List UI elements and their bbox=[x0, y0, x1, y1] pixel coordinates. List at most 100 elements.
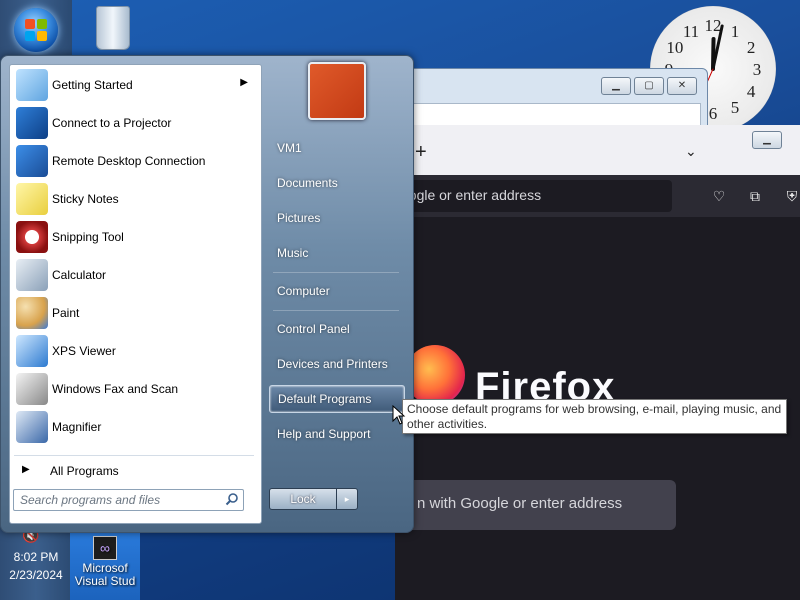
tooltip: Choose default programs for web browsing… bbox=[402, 399, 787, 434]
list-tabs-button[interactable]: ⌄ bbox=[685, 143, 697, 160]
desktop-icon-label: Visual Stud bbox=[74, 574, 136, 588]
clock-numeral: 6 bbox=[709, 104, 718, 123]
place-devices-printers[interactable]: Devices and Printers bbox=[269, 351, 403, 377]
new-tab-search-box[interactable]: n with Google or enter address bbox=[405, 480, 676, 530]
place-computer[interactable]: Computer bbox=[269, 278, 403, 304]
tray-date[interactable]: 2/23/2024 bbox=[0, 568, 72, 582]
start-menu: Getting Started ▶ Connect to a Projector… bbox=[0, 55, 414, 533]
ublock-icon[interactable]: ⛨ bbox=[781, 185, 800, 207]
place-label: Documents bbox=[277, 176, 338, 190]
clock-numeral: 4 bbox=[747, 82, 756, 101]
firefox-minimize-button[interactable]: ▁ bbox=[752, 131, 782, 149]
program-connect-projector[interactable]: Connect to a Projector bbox=[14, 105, 256, 141]
search-icon[interactable] bbox=[225, 492, 239, 506]
visual-studio-desktop-icon[interactable]: ∞ Microsof Visual Stud bbox=[72, 530, 138, 588]
place-control-panel[interactable]: Control Panel bbox=[269, 316, 403, 342]
lock-button[interactable]: Lock bbox=[269, 488, 337, 510]
clock-numeral: 5 bbox=[731, 98, 740, 117]
program-paint[interactable]: Paint bbox=[14, 295, 256, 331]
address-bar[interactable]: oogle or enter address bbox=[395, 180, 672, 212]
user-avatar[interactable] bbox=[308, 62, 366, 120]
clock-numeral: 3 bbox=[753, 60, 762, 79]
xps-viewer-icon bbox=[16, 335, 48, 367]
place-label: Control Panel bbox=[277, 322, 350, 336]
place-label: Pictures bbox=[277, 211, 321, 225]
pocket-icon[interactable]: ♡ bbox=[708, 185, 730, 207]
address-bar-placeholder: oogle or enter address bbox=[401, 187, 542, 203]
all-programs-button[interactable]: ▶ All Programs bbox=[14, 459, 256, 483]
search-placeholder: n with Google or enter address bbox=[417, 495, 623, 512]
firefox-tab-bar bbox=[395, 125, 800, 175]
extensions-icon[interactable]: ⧉ bbox=[744, 185, 766, 207]
place-label: Music bbox=[277, 246, 309, 260]
minimize-button[interactable]: ▁ bbox=[601, 77, 631, 95]
search-input[interactable] bbox=[18, 491, 217, 509]
place-documents[interactable]: Documents bbox=[269, 170, 403, 196]
program-label: Getting Started bbox=[52, 78, 133, 92]
program-magnifier[interactable]: Magnifier bbox=[14, 409, 256, 445]
firefox-logo-icon bbox=[405, 345, 465, 405]
close-button[interactable]: ✕ bbox=[667, 77, 697, 95]
programs-list: Getting Started ▶ Connect to a Projector… bbox=[9, 64, 262, 524]
recycle-bin-icon bbox=[96, 6, 130, 50]
place-user-folder[interactable]: VM1 bbox=[269, 135, 403, 161]
tooltip-line: Choose default programs for web browsing… bbox=[407, 402, 782, 416]
program-calculator[interactable]: Calculator bbox=[14, 257, 256, 293]
new-tab-button[interactable]: + bbox=[415, 141, 427, 164]
program-label: XPS Viewer bbox=[52, 344, 116, 358]
program-label: Connect to a Projector bbox=[52, 116, 172, 130]
shutdown-options-button[interactable]: ▸ bbox=[336, 488, 358, 510]
scissors-icon bbox=[16, 221, 48, 253]
windows-logo-icon bbox=[25, 19, 47, 41]
maximize-button[interactable]: ▢ bbox=[634, 77, 664, 95]
paint-palette-icon bbox=[16, 297, 48, 329]
background-window[interactable]: ▁ ▢ ✕ bbox=[400, 68, 708, 130]
clock-numeral: 11 bbox=[683, 22, 699, 41]
program-getting-started[interactable]: Getting Started ▶ bbox=[14, 67, 256, 103]
program-xps-viewer[interactable]: XPS Viewer bbox=[14, 333, 256, 369]
all-programs-label: All Programs bbox=[50, 464, 119, 478]
expand-arrow-icon: ▶ bbox=[22, 464, 30, 475]
program-label: Magnifier bbox=[52, 420, 102, 434]
divider bbox=[273, 310, 399, 311]
place-music[interactable]: Music bbox=[269, 240, 403, 266]
program-label: Paint bbox=[52, 306, 80, 320]
sticky-notes-icon bbox=[16, 183, 48, 215]
clock-numeral: 1 bbox=[731, 22, 740, 41]
place-label: Computer bbox=[277, 284, 330, 298]
program-label: Calculator bbox=[52, 268, 107, 282]
tooltip-line: other activities. bbox=[407, 417, 488, 431]
projector-icon bbox=[16, 107, 48, 139]
place-help-support[interactable]: Help and Support bbox=[269, 421, 403, 447]
submenu-arrow-icon: ▶ bbox=[240, 77, 248, 88]
getting-started-icon bbox=[16, 69, 48, 101]
program-snipping-tool[interactable]: Snipping Tool bbox=[14, 219, 256, 255]
start-search-box[interactable] bbox=[13, 489, 244, 511]
firefox-window[interactable]: ▁ + ⌄ oogle or enter address ♡ ⧉ ⛨ Firef… bbox=[395, 125, 800, 600]
program-windows-fax-scan[interactable]: Windows Fax and Scan bbox=[14, 371, 256, 407]
divider bbox=[273, 272, 399, 273]
program-remote-desktop[interactable]: Remote Desktop Connection bbox=[14, 143, 256, 179]
clock-numeral: 10 bbox=[666, 38, 683, 57]
recycle-bin-desktop-icon[interactable] bbox=[80, 6, 146, 50]
tray-time[interactable]: 8:02 PM bbox=[0, 550, 72, 564]
place-label: Help and Support bbox=[277, 427, 371, 441]
program-label: Remote Desktop Connection bbox=[52, 154, 206, 168]
clock-numeral: 2 bbox=[747, 38, 756, 57]
visual-studio-icon: ∞ bbox=[93, 536, 117, 560]
clock-numeral: 12 bbox=[705, 16, 722, 35]
divider bbox=[14, 455, 254, 456]
program-label: Sticky Notes bbox=[52, 192, 119, 206]
place-label: Default Programs bbox=[278, 392, 372, 406]
mouse-cursor-icon bbox=[392, 405, 406, 425]
fax-icon bbox=[16, 373, 48, 405]
place-label: Devices and Printers bbox=[277, 357, 388, 371]
place-default-programs[interactable]: Default Programs bbox=[269, 385, 405, 413]
program-sticky-notes[interactable]: Sticky Notes bbox=[14, 181, 256, 217]
place-pictures[interactable]: Pictures bbox=[269, 205, 403, 231]
program-label: Snipping Tool bbox=[52, 230, 124, 244]
start-button[interactable] bbox=[14, 8, 58, 52]
magnifier-icon bbox=[16, 411, 48, 443]
place-label: VM1 bbox=[277, 141, 302, 155]
calculator-icon bbox=[16, 259, 48, 291]
